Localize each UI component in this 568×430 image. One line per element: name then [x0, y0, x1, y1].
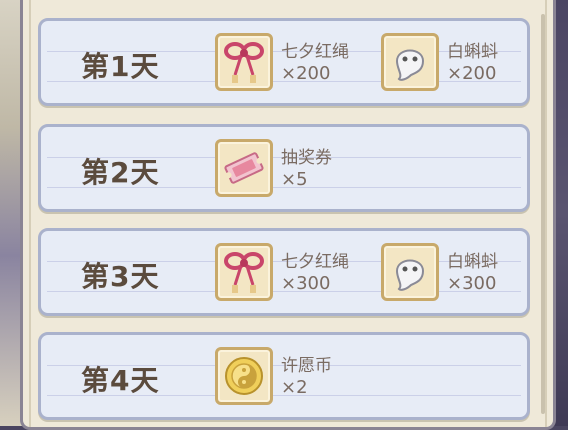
item-name: 白蝌蚪	[447, 42, 498, 62]
item-name: 白蝌蚪	[447, 252, 498, 272]
red-rope-icon	[215, 33, 273, 91]
item-count: ×300	[447, 273, 497, 294]
red-rope-icon	[215, 243, 273, 301]
day-label: 第4天	[81, 364, 160, 397]
item-count: ×300	[281, 273, 331, 294]
white-tadpole-icon	[381, 33, 439, 91]
reward-item: 白蝌蚪 ×300	[381, 243, 551, 305]
day-label: 第1天	[81, 50, 160, 83]
reward-item: 许愿币 ×2	[215, 347, 385, 409]
item-count: ×200	[281, 63, 331, 84]
item-name: 七夕红绳	[281, 42, 349, 62]
reward-item: 七夕红绳 ×200	[215, 33, 385, 95]
item-name: 七夕红绳	[281, 252, 349, 272]
item-name: 抽奖券	[281, 148, 332, 168]
wish-coin-icon	[215, 347, 273, 405]
item-name: 许愿币	[281, 356, 332, 376]
reward-item: 七夕红绳 ×300	[215, 243, 385, 305]
reward-item: 抽奖券 ×5	[215, 139, 385, 201]
lottery-ticket-icon	[215, 139, 273, 197]
day-label: 第2天	[81, 156, 160, 189]
day-label: 第3天	[81, 260, 160, 293]
item-count: ×200	[447, 63, 497, 84]
white-tadpole-icon	[381, 243, 439, 301]
item-count: ×5	[281, 169, 308, 190]
day-row-1: 第1天 七夕红绳 ×200 白蝌蚪 ×200	[38, 18, 530, 106]
day-row-4: 第4天 许愿币 ×2	[38, 332, 530, 420]
item-count: ×2	[281, 377, 308, 398]
day-row-2: 第2天 抽奖券 ×5	[38, 124, 530, 212]
reward-item: 白蝌蚪 ×200	[381, 33, 551, 95]
day-row-3: 第3天 七夕红绳 ×300 白蝌蚪 ×300	[38, 228, 530, 316]
